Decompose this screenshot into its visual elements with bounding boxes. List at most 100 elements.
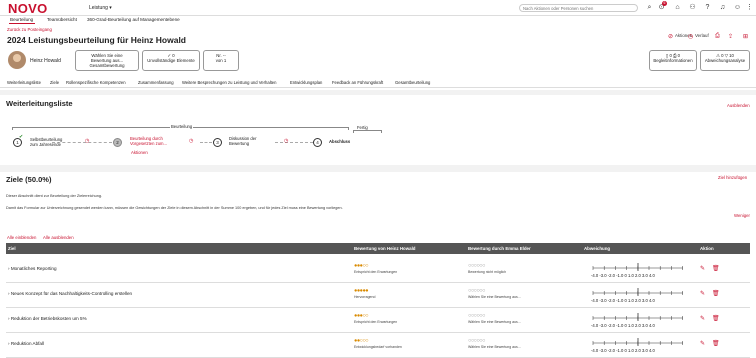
history-link[interactable]: Verlauf bbox=[695, 33, 709, 38]
self-rating-dots: ●●○○○ bbox=[354, 338, 369, 344]
section-tab-feedback[interactable]: Feedback an Führungskraft bbox=[332, 80, 383, 85]
print-icon[interactable]: ⎙ bbox=[715, 33, 720, 40]
step-number-card[interactable]: Nr. -- von 1 bbox=[203, 50, 239, 71]
manager-rating-dots[interactable]: ○○○○○○ bbox=[468, 288, 485, 294]
goals-instructions: Damit das Formular zur Unterzeichnung ge… bbox=[6, 206, 343, 210]
section-tab-goals[interactable]: Ziele bbox=[50, 80, 59, 85]
user-menu-icon[interactable]: ☺ bbox=[733, 3, 742, 12]
section-tab-summary[interactable]: Zusammenfassung bbox=[138, 80, 174, 85]
search-icon[interactable]: ⌕ bbox=[645, 3, 654, 12]
goal-title[interactable]: › Monatliches Reporting bbox=[8, 266, 57, 271]
col-manager-rating[interactable]: Bewertung durch Emma Elder bbox=[468, 246, 531, 251]
step-2-label: Beurteilung durch Vorgesetzten zum... bbox=[130, 136, 168, 146]
export-icon[interactable]: ⊞ bbox=[743, 33, 748, 40]
self-rating-label: Entspricht den Erwartungen bbox=[354, 320, 398, 324]
done-bracket-label: Fertig bbox=[356, 125, 369, 130]
done-bracket bbox=[353, 130, 382, 133]
less-link[interactable]: Weniger bbox=[734, 213, 750, 218]
manager-rating-label: Wählen Sie eine Bewertung aus... bbox=[468, 295, 521, 299]
goal-row[interactable]: › Reduktion der Betriebskosten um 5% ●●●○… bbox=[6, 309, 750, 333]
step-2-actions-link[interactable]: Aktionen bbox=[131, 150, 148, 155]
step-2-circle: 2 bbox=[113, 138, 122, 147]
chat-icon[interactable]: ⌂ bbox=[673, 3, 682, 12]
add-goal-link[interactable]: Ziel hinzufügen bbox=[718, 175, 747, 180]
expand-all-link[interactable]: Alle einblenden bbox=[7, 235, 36, 240]
delete-icon[interactable]: 🗑 bbox=[712, 315, 720, 322]
goal-title[interactable]: › Neues Konzept für das Nachhaltigkeits-… bbox=[8, 291, 132, 296]
step-4-label: Abschluss bbox=[329, 139, 351, 144]
section-tab-development[interactable]: Entwicklungsplan bbox=[290, 80, 322, 85]
self-rating-dots: ●●●○○ bbox=[354, 313, 369, 319]
col-action[interactable]: Aktion bbox=[700, 246, 714, 251]
goal-title[interactable]: › Reduktion der Betriebskosten um 5% bbox=[8, 316, 87, 321]
deviation-scale-labels: -4.0 -3.0 -2.0 -1.0 0 1.0 2.0 3.0 4.0 bbox=[591, 348, 655, 353]
col-self-rating[interactable]: Bewertung von Heinz Howald bbox=[354, 246, 415, 251]
self-rating-label: Hervorragend bbox=[354, 295, 376, 299]
delete-icon[interactable]: 🗑 bbox=[712, 265, 720, 272]
delete-icon[interactable]: 🗑 bbox=[712, 340, 720, 347]
goals-title: Ziele (50.0%) bbox=[6, 175, 52, 184]
search-input[interactable] bbox=[519, 4, 638, 12]
section-tab-overall[interactable]: Gesamtbeurteilung bbox=[395, 80, 430, 85]
collapse-all-link[interactable]: Alle ausblenden bbox=[43, 235, 74, 240]
deviation-scale-labels: -4.0 -3.0 -2.0 -1.0 0 1.0 2.0 3.0 4.0 bbox=[591, 273, 655, 278]
deviation-analysis-card[interactable]: ⚠ 0 ▽ 10 Abweichungsanalyse bbox=[700, 50, 750, 71]
overall-rating-card[interactable]: Wählen Sie eine Bewertung aus... Gesamtb… bbox=[75, 50, 139, 71]
help-icon[interactable]: ? bbox=[703, 3, 712, 12]
delete-icon[interactable]: 🗑 bbox=[712, 290, 720, 297]
clock-icon: ◷ bbox=[189, 138, 194, 144]
col-goal[interactable]: Ziel bbox=[8, 246, 16, 251]
share-icon[interactable]: ⇪ bbox=[728, 33, 733, 40]
history-icon[interactable]: ◷ bbox=[688, 33, 693, 40]
nav-tab-360[interactable]: 360-Grad-Beurteilung auf Managementebene bbox=[87, 17, 180, 22]
people-icon[interactable]: ⚇ bbox=[688, 3, 697, 12]
manager-rating-dots[interactable]: ○○○○○○ bbox=[468, 313, 485, 319]
actions-icon[interactable]: ⊘ bbox=[668, 33, 673, 40]
page-title: 2024 Leistungsbeurteilung für Heinz Howa… bbox=[7, 35, 186, 45]
step-3-circle: 3 bbox=[213, 138, 222, 147]
clock-icon: ◷ bbox=[85, 138, 90, 144]
section-navigation: Weiterleitungsliste Ziele Rollenspezifis… bbox=[0, 78, 756, 88]
goals-description: Dieser Abschnitt dient zur Beurteilung d… bbox=[6, 194, 103, 198]
self-rating-label: Entspricht den Erwartungen bbox=[354, 270, 398, 274]
back-link[interactable]: Zurück zu Posteingang bbox=[7, 27, 52, 32]
edit-icon[interactable]: ✎ bbox=[700, 265, 705, 272]
routing-title: Weiterleitungsliste bbox=[6, 99, 73, 108]
manager-rating-label: Wählen Sie eine Bewertung aus... bbox=[468, 345, 521, 349]
nav-tab-beurteilung[interactable]: Beurteilung bbox=[10, 17, 33, 22]
deviation-scale-labels: -4.0 -3.0 -2.0 -1.0 0 1.0 2.0 3.0 4.0 bbox=[591, 323, 655, 328]
section-tab-discussions[interactable]: Weitere Besprechungen zu Leistung und Ve… bbox=[182, 80, 276, 85]
self-rating-dots: ●●●●● bbox=[354, 288, 369, 294]
manager-rating-dots[interactable]: ○○○○○○ bbox=[468, 263, 485, 269]
edit-icon[interactable]: ✎ bbox=[700, 290, 705, 297]
employee-name: Heinz Howald bbox=[30, 58, 61, 64]
notification-badge: 6 bbox=[662, 1, 667, 6]
attachments-card[interactable]: ▯ 0 ⎙ 0 Begleitinformationen bbox=[649, 50, 697, 71]
manager-rating-label: Bewertung nicht möglich bbox=[468, 270, 507, 274]
manager-rating-dots[interactable]: ○○○○○○ bbox=[468, 338, 485, 344]
app-logo[interactable]: NOVO bbox=[8, 1, 47, 16]
incomplete-items-card[interactable]: ✓ 0 Unvollständige Elemente bbox=[142, 50, 200, 71]
top-bar: NOVO Leistung ▾ ⌕ ⊙ 6 ⌂ ⚇ ? ♫ ☺ ⋮ bbox=[0, 0, 756, 16]
goal-row[interactable]: › Monatliches Reporting ●●●○○ Entspricht d… bbox=[6, 259, 750, 283]
step-connector bbox=[275, 142, 313, 143]
top-navigation: Beurteilung Teamübersicht 360-Grad-Beurt… bbox=[0, 16, 756, 24]
section-tab-competencies[interactable]: Rollenspezifische Kompetenzen bbox=[66, 80, 126, 85]
edit-icon[interactable]: ✎ bbox=[700, 315, 705, 322]
step-1-label: Selbstbeurteilung zum Jahresende bbox=[30, 137, 63, 147]
hide-routing-link[interactable]: Ausblenden bbox=[727, 103, 750, 108]
self-rating-dots: ●●●○○ bbox=[354, 263, 369, 269]
nav-tab-team[interactable]: Teamübersicht bbox=[47, 17, 77, 22]
section-tab-routing[interactable]: Weiterleitungsliste bbox=[7, 80, 41, 85]
goal-row[interactable]: › Reduktion Abfall ●●○○○ Entwicklungsbedar… bbox=[6, 334, 750, 358]
step-3-label: Diskussion der Bewertung bbox=[229, 136, 257, 146]
goal-row[interactable]: › Neues Konzept für das Nachhaltigkeits-… bbox=[6, 284, 750, 308]
edit-icon[interactable]: ✎ bbox=[700, 340, 705, 347]
goal-title[interactable]: › Reduktion Abfall bbox=[8, 341, 44, 346]
goals-table-header: Ziel Bewertung von Heinz Howald Bewertun… bbox=[6, 243, 750, 254]
col-deviation[interactable]: Abweichung bbox=[584, 246, 610, 251]
bell-icon[interactable]: ♫ bbox=[718, 3, 727, 12]
apps-icon[interactable]: ⋮ bbox=[745, 3, 754, 12]
module-selector[interactable]: Leistung ▾ bbox=[89, 5, 112, 11]
deviation-scale-labels: -4.0 -3.0 -2.0 -1.0 0 1.0 2.0 3.0 4.0 bbox=[591, 298, 655, 303]
